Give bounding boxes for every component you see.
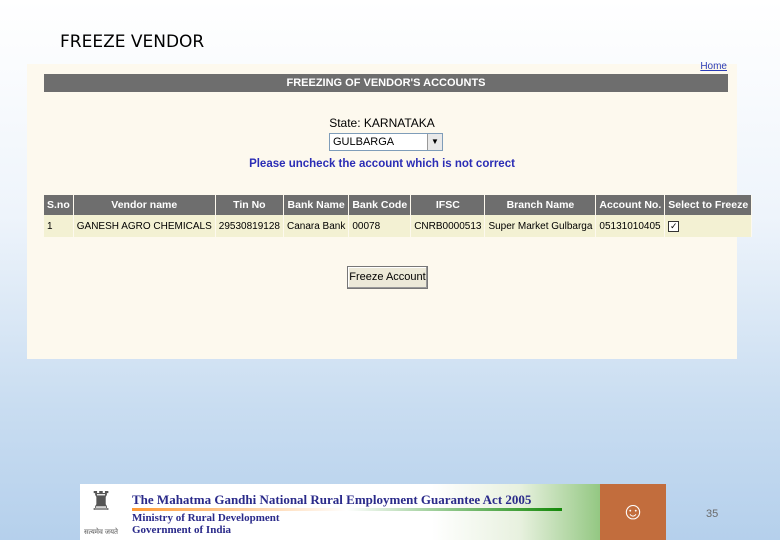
col-account-no: Account No. bbox=[595, 195, 666, 215]
col-tin-no: Tin No bbox=[215, 195, 284, 215]
footer-banner: ♜ सत्यमेव जयते The Mahatma Gandhi Nation… bbox=[80, 484, 666, 540]
state-label: State: KARNATAKA bbox=[329, 116, 435, 130]
col-ifsc: IFSC bbox=[410, 195, 486, 215]
home-link[interactable]: Home bbox=[700, 61, 727, 72]
table-header-row: S.no Vendor name Tin No Bank Name Bank C… bbox=[44, 195, 753, 215]
chevron-down-icon[interactable]: ▼ bbox=[427, 134, 442, 150]
col-sno: S.no bbox=[44, 195, 74, 215]
cell-sno: 1 bbox=[44, 215, 74, 237]
cell-vendor-name: GANESH AGRO CHEMICALS bbox=[73, 215, 216, 237]
slide-title: FREEZE VENDOR bbox=[60, 32, 205, 52]
freeze-checkbox[interactable]: ✓ bbox=[668, 220, 680, 232]
cell-select-to-freeze: ✓ bbox=[664, 215, 753, 237]
tricolor-stripe bbox=[132, 508, 562, 511]
checkmark-icon: ✓ bbox=[669, 220, 678, 231]
page-header: FREEZING OF VENDOR'S ACCOUNTS bbox=[44, 74, 728, 92]
col-bank-code: Bank Code bbox=[348, 195, 412, 215]
app-panel: Home FREEZING OF VENDOR'S ACCOUNTS State… bbox=[27, 61, 753, 359]
cell-ifsc: CNRB0000513 bbox=[410, 215, 486, 237]
cell-branch-name: Super Market Gulbarga bbox=[484, 215, 597, 237]
district-select[interactable]: GULBARGA ▼ bbox=[329, 133, 443, 151]
district-select-value: GULBARGA bbox=[333, 136, 395, 148]
gandhi-portrait-icon: ☺ bbox=[600, 484, 666, 540]
banner-ministry: Ministry of Rural Development bbox=[132, 512, 280, 524]
col-select-to-freeze: Select to Freeze bbox=[664, 195, 753, 215]
page-number: 35 bbox=[706, 508, 719, 520]
emblem-caption: सत्यमेव जयते bbox=[83, 529, 119, 536]
instruction-text: Please uncheck the account which is not … bbox=[249, 158, 515, 170]
cell-tin-no: 29530819128 bbox=[215, 215, 284, 237]
col-bank-name: Bank Name bbox=[283, 195, 350, 215]
cell-bank-name: Canara Bank bbox=[283, 215, 350, 237]
banner-title: The Mahatma Gandhi National Rural Employ… bbox=[132, 492, 532, 507]
freeze-account-button[interactable]: Freeze Account bbox=[347, 266, 428, 289]
vendor-table: S.no Vendor name Tin No Bank Name Bank C… bbox=[44, 195, 753, 237]
banner-government: Government of India bbox=[132, 524, 231, 536]
col-vendor-name: Vendor name bbox=[73, 195, 216, 215]
cell-bank-code: 00078 bbox=[348, 215, 412, 237]
col-branch-name: Branch Name bbox=[484, 195, 597, 215]
cell-account-no: 05131010405 bbox=[595, 215, 666, 237]
table-row: 1 GANESH AGRO CHEMICALS 29530819128 Cana… bbox=[44, 215, 753, 237]
